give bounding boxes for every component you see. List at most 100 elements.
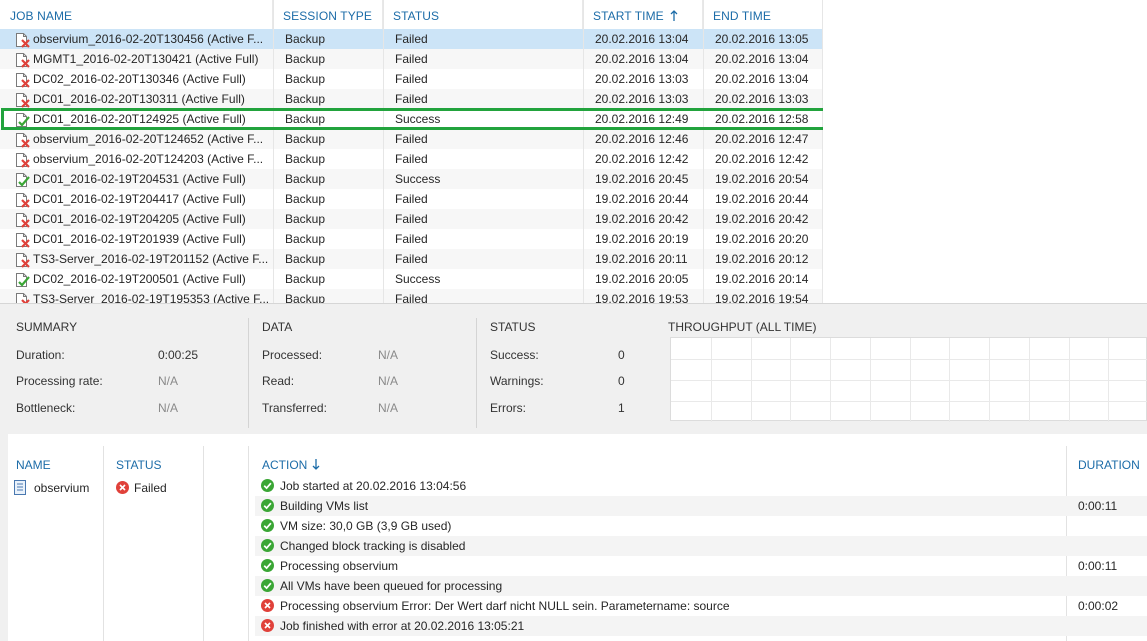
processed-value: N/A xyxy=(378,348,399,362)
status-title: STATUS xyxy=(490,320,536,334)
action-text: Changed block tracking is disabled xyxy=(280,539,466,553)
job-name: observium_2016-02-20T124203 (Active F... xyxy=(33,152,264,166)
session-type: Backup xyxy=(285,292,326,303)
action-header-label: ACTION xyxy=(262,458,308,472)
start-time: 19.02.2016 19:53 xyxy=(595,292,689,303)
warnings-count: 0 xyxy=(618,374,625,388)
action-row[interactable]: Changed block tracking is disabled xyxy=(255,536,1147,556)
action-header[interactable]: ACTION xyxy=(262,458,320,472)
action-row[interactable]: VM size: 30,0 GB (3,9 GB used) xyxy=(255,516,1147,536)
action-row[interactable]: Job started at 20.02.2016 13:04:56 xyxy=(255,476,1147,496)
col-status[interactable]: STATUS xyxy=(383,0,583,29)
action-duration: 0:00:11 xyxy=(1078,499,1118,513)
col-end-time[interactable]: END TIME xyxy=(703,0,823,29)
start-time: 19.02.2016 20:44 xyxy=(595,192,689,206)
session-row[interactable]: observium_2016-02-20T124652 (Active F...… xyxy=(0,129,823,149)
error-circle-icon xyxy=(261,599,274,612)
processing-rate-value: N/A xyxy=(158,374,179,388)
action-row[interactable]: Building VMs list 0:00:11 xyxy=(255,496,1147,516)
duration-label: Duration: xyxy=(16,348,65,362)
session-row[interactable]: observium_2016-02-20T130456 (Active F...… xyxy=(0,29,823,49)
session-type: Backup xyxy=(285,152,326,166)
bottleneck-label: Bottleneck: xyxy=(16,401,76,415)
action-text: Processing observium Error: Der Wert dar… xyxy=(280,599,730,613)
session-row[interactable]: DC01_2016-02-19T204531 (Active Full) Back… xyxy=(0,169,823,189)
action-text: Job finished with error at 20.02.2016 13… xyxy=(280,619,525,633)
action-row[interactable]: All VMs have been queued for processing xyxy=(255,576,1147,596)
session-type: Backup xyxy=(285,72,326,86)
col-session-type[interactable]: SESSION TYPE xyxy=(273,0,383,29)
session-row[interactable]: observium_2016-02-20T124203 (Active F...… xyxy=(0,149,823,169)
column-divider xyxy=(103,446,104,641)
session-status: Failed xyxy=(395,192,428,206)
start-time: 19.02.2016 20:11 xyxy=(595,252,688,266)
col-divider xyxy=(273,0,274,303)
session-type: Backup xyxy=(285,32,326,46)
action-duration: 0:00:02 xyxy=(1078,599,1119,613)
sort-descending-icon xyxy=(312,459,320,470)
transferred-value: N/A xyxy=(378,401,399,415)
session-type: Backup xyxy=(285,52,326,66)
session-row[interactable]: DC02_2016-02-19T200501 (Active Full) Back… xyxy=(0,269,823,289)
job-name: DC02_2016-02-20T130346 (Active Full) xyxy=(33,72,246,86)
highlight-box xyxy=(1,108,823,130)
processing-rate-label: Processing rate: xyxy=(16,374,103,388)
session-status: Success xyxy=(395,272,441,286)
session-status: Failed xyxy=(395,292,428,303)
action-row[interactable]: Processing observium Error: Der Wert dar… xyxy=(255,596,1147,616)
vm-status-header[interactable]: STATUS xyxy=(116,458,162,472)
transferred-label: Transferred: xyxy=(262,401,327,415)
col-divider xyxy=(583,0,584,303)
session-summary-panel: SUMMARY Duration: 0:00:25 Processing rat… xyxy=(0,303,1147,434)
job-name: MGMT1_2016-02-20T130421 (Active Full) xyxy=(33,52,259,66)
job-name: DC02_2016-02-19T200501 (Active Full) xyxy=(33,272,246,286)
check-circle-icon xyxy=(261,539,274,552)
start-time: 19.02.2016 20:05 xyxy=(595,272,689,286)
column-divider xyxy=(203,446,204,641)
session-row[interactable]: DC02_2016-02-20T130346 (Active Full) Back… xyxy=(0,69,823,89)
error-circle-icon xyxy=(261,619,274,632)
grid-line xyxy=(671,380,1147,381)
job-name: DC01_2016-02-20T130311 (Active Full) xyxy=(33,92,245,106)
session-row[interactable]: DC01_2016-02-19T204417 (Active Full) Back… xyxy=(0,189,823,209)
session-row[interactable]: DC01_2016-02-19T204205 (Active Full) Back… xyxy=(0,209,823,229)
action-text: All VMs have been queued for processing xyxy=(280,579,503,593)
session-row[interactable]: TS3-Server_2016-02-19T201152 (Active F..… xyxy=(0,249,823,269)
end-time: 20.02.2016 13:04 xyxy=(715,72,809,86)
end-time: 19.02.2016 20:20 xyxy=(715,232,809,246)
session-row[interactable]: DC01_2016-02-20T130311 (Active Full) Back… xyxy=(0,89,823,109)
session-row[interactable]: DC01_2016-02-19T201939 (Active Full) Back… xyxy=(0,229,823,249)
job-name: observium_2016-02-20T124652 (Active F... xyxy=(33,132,264,146)
section-divider xyxy=(476,318,477,428)
start-time: 20.02.2016 13:03 xyxy=(595,72,689,86)
success-label: Success: xyxy=(490,348,539,362)
end-time: 19.02.2016 19:54 xyxy=(715,292,809,303)
col-divider xyxy=(383,0,384,303)
session-type: Backup xyxy=(285,252,326,266)
warnings-label: Warnings: xyxy=(490,374,544,388)
col-job-name-label: JOB NAME xyxy=(10,9,73,23)
session-row[interactable]: TS3-Server_2016-02-19T195353 (Active F..… xyxy=(0,289,823,303)
success-count: 0 xyxy=(618,348,625,362)
action-row[interactable]: Processing observium 0:00:11 xyxy=(255,556,1147,576)
col-start-time[interactable]: START TIME xyxy=(583,0,703,29)
job-name: TS3-Server_2016-02-19T201152 (Active F..… xyxy=(33,252,269,266)
session-row[interactable]: MGMT1_2016-02-20T130421 (Active Full) Bac… xyxy=(0,49,823,69)
start-time: 20.02.2016 13:04 xyxy=(595,32,689,46)
vm-name-header[interactable]: NAME xyxy=(16,458,51,472)
vm-row[interactable]: observium Failed xyxy=(8,478,248,498)
job-name: TS3-Server_2016-02-19T195353 (Active F..… xyxy=(33,292,270,303)
session-status: Failed xyxy=(395,72,428,86)
job-name: DC01_2016-02-19T204531 (Active Full) xyxy=(33,172,246,186)
vm-icon xyxy=(14,480,26,495)
session-status: Failed xyxy=(395,92,428,106)
action-text: Building VMs list xyxy=(280,499,369,513)
action-row[interactable]: Job finished with error at 20.02.2016 13… xyxy=(255,616,1147,636)
processed-label: Processed: xyxy=(262,348,323,362)
bottleneck-value: N/A xyxy=(158,401,179,415)
col-job-name[interactable]: JOB NAME xyxy=(0,0,273,29)
sessions-grid: JOB NAME SESSION TYPE STATUS START TIME … xyxy=(0,0,823,303)
session-status: Failed xyxy=(395,132,428,146)
duration-header[interactable]: DURATION xyxy=(1078,458,1140,472)
action-duration: 0:00:11 xyxy=(1078,559,1118,573)
